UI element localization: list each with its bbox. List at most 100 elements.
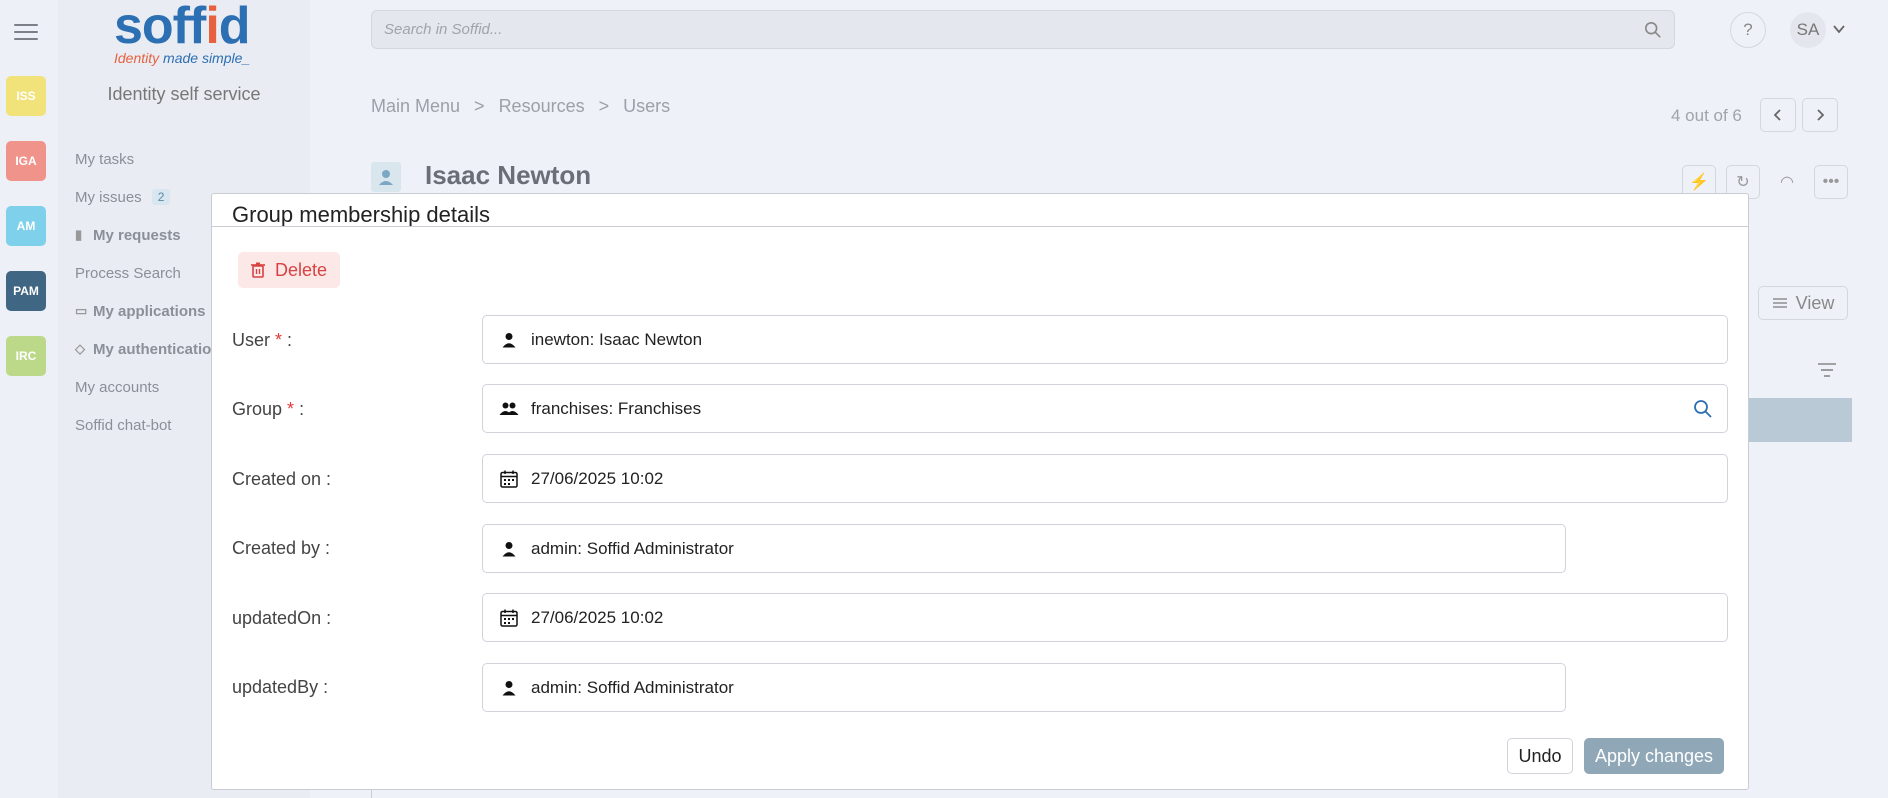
global-search-input[interactable]: [372, 11, 1612, 48]
selected-table-row[interactable]: [1748, 398, 1852, 442]
sidebar-item-process-search[interactable]: Process Search: [75, 254, 221, 292]
next-record-button[interactable]: [1802, 98, 1838, 132]
created-on-label: Created on :: [232, 469, 332, 489]
breadcrumb-separator: >: [474, 96, 485, 116]
monitor-icon: ▭: [75, 303, 88, 318]
app-badge-pam[interactable]: PAM: [6, 271, 46, 311]
user-record-icon: [371, 162, 401, 192]
tag-icon: ◇: [75, 341, 85, 356]
updated-by-value: admin: Soffid Administrator: [531, 677, 734, 697]
sidebar-item-soffid-chat-bot[interactable]: Soffid chat-bot: [75, 406, 221, 444]
app-badge-label: AM: [16, 219, 36, 233]
undo-button[interactable]: Undo: [1507, 738, 1573, 774]
user-field[interactable]: inewton: Isaac Newton: [482, 315, 1728, 364]
sidebar-menu: My tasks My issues 2 ▮ My requests Process…: [75, 140, 221, 444]
app-badge-label: ISS: [16, 89, 36, 103]
sidebar-item-my-accounts[interactable]: My accounts: [75, 368, 221, 406]
filter-icon[interactable]: [1817, 362, 1837, 378]
sliders-icon: [1772, 298, 1787, 308]
breadcrumb: Main Menu > Resources > Users: [371, 96, 670, 117]
chevron-right-icon: [1817, 109, 1825, 121]
sidebar-item-my-authentication[interactable]: ◇ My authentication: [75, 330, 221, 368]
clipboard-icon: ▮: [75, 227, 83, 242]
group-field[interactable]: franchises: Franchises: [482, 384, 1728, 433]
created-by-field[interactable]: admin: Soffid Administrator: [482, 524, 1566, 573]
breadcrumb-users[interactable]: Users: [623, 96, 670, 117]
app-badge-label: PAM: [13, 284, 39, 298]
sidebar-item-my-applications[interactable]: ▭ My applications: [75, 292, 221, 330]
app-badge-irc[interactable]: IRC: [6, 336, 46, 376]
pager-text: 4 out of 6: [1671, 106, 1742, 125]
breadcrumb-separator: >: [598, 96, 610, 116]
user-icon: [499, 539, 519, 559]
group-membership-dialog: Group membership details Delete User * :…: [211, 193, 1749, 790]
wifi-status-button[interactable]: ◠: [1770, 165, 1804, 199]
help-button[interactable]: ?: [1730, 12, 1766, 48]
sidebar-item-label: My requests: [93, 226, 181, 244]
chevron-down-icon[interactable]: [1832, 22, 1846, 36]
refresh-icon: ↻: [1736, 174, 1750, 191]
app-badge-label: IRC: [15, 349, 37, 363]
view-button-label: View: [1795, 292, 1835, 313]
more-options-button[interactable]: •••: [1814, 165, 1848, 199]
dialog-divider: [212, 226, 1748, 227]
app-badge-iss[interactable]: ISS: [6, 76, 46, 116]
app-badge-am[interactable]: AM: [6, 206, 46, 246]
sidebar-item-my-issues[interactable]: My issues 2: [75, 178, 221, 216]
required-marker: *: [287, 399, 295, 419]
updated-by-label: updatedBy :: [232, 677, 329, 697]
created-on-field[interactable]: 27/06/2025 10:02: [482, 454, 1728, 503]
app-rail: ISS IGA AM PAM IRC: [0, 0, 58, 798]
issues-count-badge: 2: [151, 189, 171, 205]
group-field-label: Group * :: [232, 399, 305, 419]
search-icon[interactable]: [1644, 21, 1662, 39]
created-by-value: admin: Soffid Administrator: [531, 538, 734, 558]
required-marker: *: [275, 330, 283, 350]
calendar-icon: [499, 608, 519, 628]
dialog-title: Group membership details: [232, 202, 491, 227]
user-avatar[interactable]: SA: [1790, 12, 1826, 48]
sidebar-item-label: Soffid chat-bot: [75, 416, 172, 434]
sidebar-item-label: My accounts: [75, 378, 160, 396]
help-icon: ?: [1743, 20, 1753, 39]
more-horizontal-icon: •••: [1822, 173, 1840, 190]
sidebar-item-label: Process Search: [75, 264, 181, 282]
app-badge-iga[interactable]: IGA: [6, 141, 46, 181]
updated-on-field[interactable]: 27/06/2025 10:02: [482, 593, 1728, 642]
user-field-label: User * :: [232, 330, 293, 350]
breadcrumb-resources[interactable]: Resources: [499, 96, 585, 117]
delete-button[interactable]: Delete: [238, 252, 340, 288]
created-by-label: Created by :: [232, 538, 331, 558]
page-title: Isaac Newton: [425, 160, 592, 190]
breadcrumb-main-menu[interactable]: Main Menu: [371, 96, 460, 117]
user-icon: [499, 330, 519, 350]
trash-icon: [250, 262, 265, 278]
calendar-icon: [499, 469, 519, 489]
sidebar-item-my-requests[interactable]: ▮ My requests: [75, 216, 221, 254]
soffid-logo[interactable]: soffid Identity made simple_: [114, 0, 254, 68]
created-on-value: 27/06/2025 10:02: [531, 468, 664, 488]
wifi-icon: ◠: [1780, 174, 1794, 191]
user-icon: [499, 678, 519, 698]
sidebar-item-label: My applications: [93, 302, 206, 320]
search-icon[interactable]: [1693, 399, 1713, 419]
sidebar-item-my-tasks[interactable]: My tasks: [75, 140, 221, 178]
group-icon: [499, 399, 519, 419]
view-button[interactable]: View: [1758, 286, 1848, 320]
updated-on-value: 27/06/2025 10:02: [531, 607, 664, 627]
sidebar-item-label: My authentication: [93, 340, 221, 358]
sidebar-item-label: My issues: [75, 188, 142, 206]
sidebar-title: Identity self service: [107, 84, 261, 104]
global-search-box: [371, 10, 1675, 49]
user-field-value: inewton: Isaac Newton: [531, 329, 703, 349]
hamburger-menu-icon[interactable]: [14, 24, 38, 42]
chevron-left-icon: [1773, 109, 1781, 121]
previous-record-button[interactable]: [1760, 98, 1796, 132]
updated-by-field[interactable]: admin: Soffid Administrator: [482, 663, 1566, 712]
updated-on-label: updatedOn :: [232, 608, 332, 628]
sidebar-item-label: My tasks: [75, 150, 135, 168]
group-field-value: franchises: Franchises: [531, 398, 702, 418]
avatar-initials: SA: [1796, 20, 1820, 39]
delete-button-label: Delete: [274, 259, 328, 280]
apply-changes-button[interactable]: Apply changes: [1584, 738, 1724, 774]
